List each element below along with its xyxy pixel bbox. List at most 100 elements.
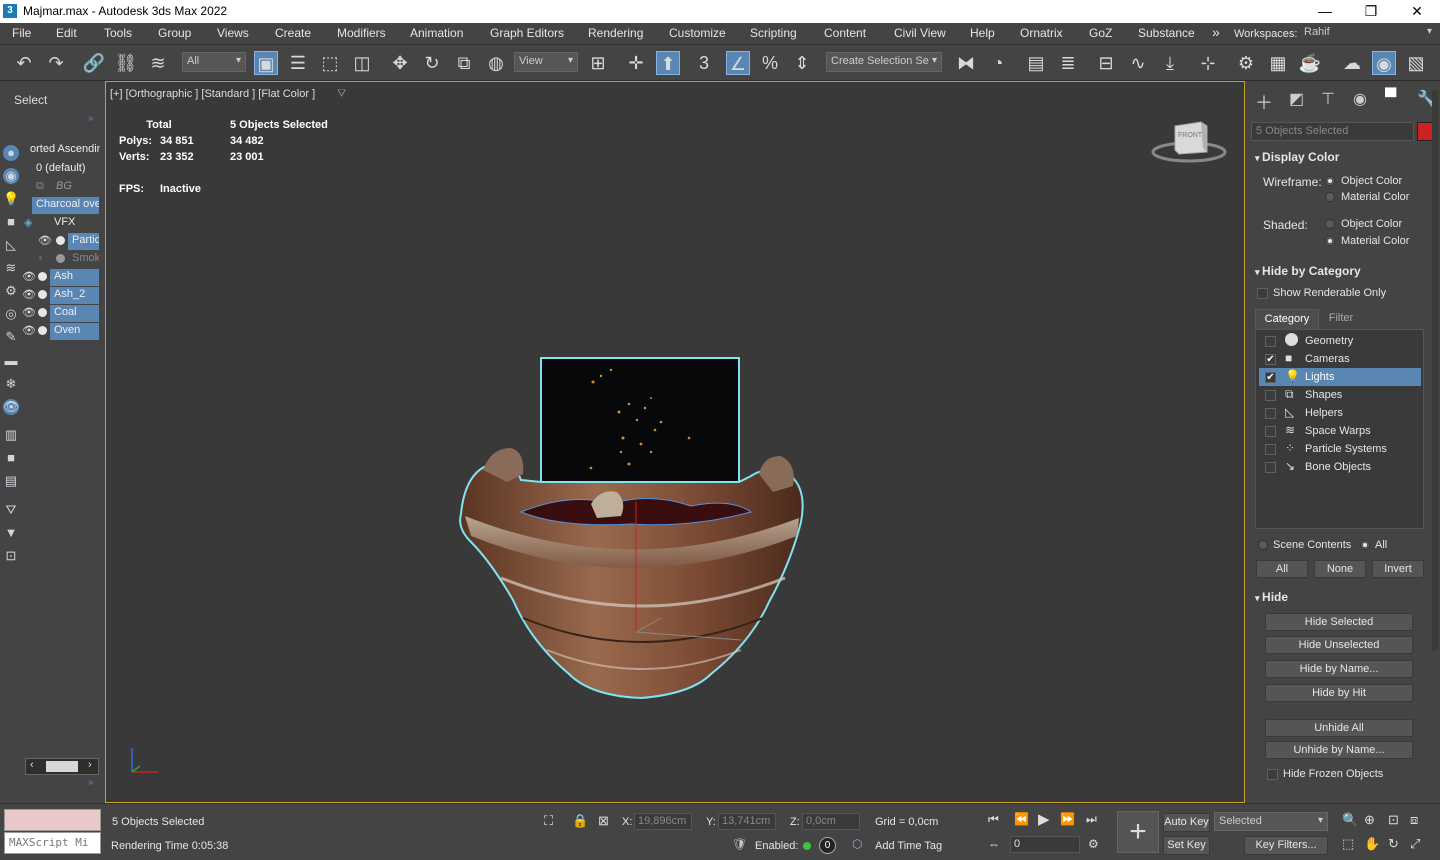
category-row-helpers[interactable]: ◺ Helpers — [1259, 404, 1421, 422]
add-time-tag-button[interactable]: Add Time Tag — [875, 840, 942, 852]
menu-civil-view[interactable]: Civil View — [894, 26, 946, 40]
tab-filter[interactable]: Filter — [1321, 309, 1361, 329]
set-keys-icon[interactable]: + — [1117, 811, 1159, 853]
material-editor-icon[interactable]: ⊹ — [1196, 51, 1220, 75]
bone-objects-checkbox[interactable] — [1265, 462, 1276, 473]
a360-gallery-icon[interactable]: ◉ — [1372, 51, 1396, 75]
mirror-icon[interactable]: ⧓ — [954, 51, 978, 75]
select-manipulate-icon[interactable]: ✛ — [624, 51, 648, 75]
move-icon[interactable]: ✥ — [388, 51, 412, 75]
menu-substance[interactable]: Substance — [1138, 26, 1195, 40]
menu-file[interactable]: File — [12, 26, 31, 40]
close-icon[interactable]: ✕ — [1394, 0, 1440, 23]
scroll-left-icon[interactable]: ‹ — [30, 759, 34, 771]
scene-item-layer-default[interactable]: 0 (default) — [32, 161, 90, 178]
isolate-selection-icon[interactable]: ⛶ — [544, 813, 553, 829]
placement-icon[interactable]: ◍ — [484, 51, 508, 75]
collapse-arrow-icon[interactable]: » — [88, 113, 94, 124]
select-none-button[interactable]: None — [1314, 560, 1366, 578]
lights-checkbox[interactable]: ✔ — [1265, 372, 1276, 383]
display-frozen-icon[interactable]: ▥ — [3, 427, 19, 443]
time-configuration-icon[interactable]: ⚙ — [1088, 837, 1099, 851]
menu-content[interactable]: Content — [824, 26, 866, 40]
space-warps-checkbox[interactable] — [1265, 426, 1276, 437]
viewport-filter-icon[interactable]: ⛛ — [337, 88, 346, 101]
scene-item-ash-2[interactable]: Ash_2 — [50, 287, 99, 304]
render-setup-icon[interactable]: ⚙ — [1234, 51, 1258, 75]
scene-item-charcoal-oven[interactable]: Charcoal ove — [32, 197, 99, 214]
display-groups-icon[interactable]: ❄ — [3, 376, 19, 392]
zoom-all-icon[interactable]: ⊕ — [1364, 812, 1375, 828]
menu-rendering[interactable]: Rendering — [588, 26, 643, 40]
toggle-layer-explorer-icon[interactable]: ≣ — [1056, 51, 1080, 75]
display-children-icon[interactable]: ▤ — [3, 473, 19, 489]
unhide-all-button[interactable]: Unhide All — [1265, 719, 1413, 737]
menu-create[interactable]: Create — [275, 26, 311, 40]
hide-unselected-button[interactable]: Hide Unselected — [1265, 636, 1413, 654]
previous-frame-icon[interactable]: ⏪ — [1014, 812, 1029, 826]
current-frame-field[interactable]: 0 — [1010, 836, 1080, 853]
display-tab-icon[interactable]: ▀ — [1385, 89, 1396, 107]
display-helpers-icon[interactable]: ◺ — [3, 237, 19, 253]
hidden-eye-icon[interactable]: ◐ — [38, 252, 45, 264]
snaps-toggle-icon[interactable]: 3 — [692, 51, 716, 75]
environment-icon[interactable]: ▧ — [1404, 51, 1428, 75]
goto-start-icon[interactable]: ⏮ — [988, 812, 999, 827]
display-containers-icon[interactable]: ✎ — [3, 329, 19, 345]
zoom-extents-all-icon[interactable]: ⧈ — [1410, 812, 1418, 828]
shapes-checkbox[interactable] — [1265, 390, 1276, 401]
menu-graph-editors[interactable]: Graph Editors — [490, 26, 564, 40]
shaded-material-color-radio[interactable] — [1325, 236, 1335, 246]
display-layers-icon[interactable]: ■ — [3, 450, 19, 466]
viewcube-icon[interactable] — [1151, 118, 1227, 168]
display-spacewarps-icon[interactable]: ≋ — [3, 260, 19, 276]
bind-spacewarp-icon[interactable]: ≋ — [146, 51, 170, 75]
goto-end-icon[interactable]: ⏭ — [1086, 812, 1097, 827]
unhide-by-name-button[interactable]: Unhide by Name... — [1265, 741, 1413, 759]
scene-item-smoke[interactable]: Smoke — [68, 251, 99, 268]
menu-animation[interactable]: Animation — [410, 26, 463, 40]
render-production-icon[interactable]: ☕ — [1298, 51, 1322, 75]
scene-item-particles[interactable]: Partic — [68, 233, 99, 250]
geometry-checkbox[interactable] — [1265, 336, 1276, 347]
modify-tab-icon[interactable]: ◩ — [1289, 89, 1304, 109]
filter-icon[interactable]: ▼ — [3, 525, 19, 541]
display-lights-icon[interactable]: 💡 — [3, 191, 19, 207]
shaded-object-color-radio[interactable] — [1325, 219, 1335, 229]
key-mode-toggle-icon[interactable]: ⇔ — [988, 837, 1000, 851]
hide-selected-button[interactable]: Hide Selected — [1265, 613, 1413, 631]
visibility-eye-icon[interactable]: 👁 — [22, 324, 36, 337]
scene-item-oven[interactable]: Oven — [50, 323, 99, 340]
menu-group[interactable]: Group — [158, 26, 191, 40]
redo-icon[interactable]: ↷ — [44, 51, 68, 75]
maxscript-listener-output[interactable] — [4, 809, 101, 831]
selection-filter-dropdown[interactable]: All — [182, 52, 246, 72]
maxscript-mini-listener-input[interactable]: MAXScript Mi — [4, 832, 101, 854]
helpers-checkbox[interactable] — [1265, 408, 1276, 419]
key-filters-button[interactable]: Key Filters... — [1244, 836, 1328, 855]
select-all-button[interactable]: All — [1256, 560, 1308, 578]
scrollbar-thumb[interactable] — [46, 761, 78, 772]
zero-badge-icon[interactable]: 0 — [819, 837, 836, 854]
x-coordinate-field[interactable]: 19,896cm — [634, 813, 692, 830]
align-icon[interactable]: ◔ — [986, 51, 1010, 75]
create-tab-icon[interactable]: ＋ — [1255, 89, 1273, 115]
category-row-particle-systems[interactable]: ⁘ Particle Systems — [1259, 440, 1421, 458]
cameras-checkbox[interactable]: ✔ — [1265, 354, 1276, 365]
menu-help[interactable]: Help — [970, 26, 995, 40]
scene-item-ash[interactable]: Ash — [50, 269, 99, 286]
visibility-eye-icon[interactable]: 👁 — [22, 306, 36, 319]
y-coordinate-field[interactable]: 13,741cm — [718, 813, 776, 830]
workspace-dropdown[interactable]: Rahif — [1300, 24, 1436, 44]
display-visible-icon[interactable]: 👁 — [3, 399, 20, 415]
bowl-mesh[interactable] — [459, 460, 804, 700]
link-icon[interactable]: 🔗 — [82, 51, 106, 75]
visibility-eye-icon[interactable]: 👁 — [38, 234, 52, 247]
display-particles-icon[interactable]: ◎ — [3, 306, 19, 322]
z-coordinate-field[interactable]: 0,0cm — [802, 813, 860, 830]
scene-item-vfx[interactable]: VFX — [50, 215, 79, 232]
filter-clear-icon[interactable]: ⛛ — [3, 502, 19, 518]
display-cameras-icon[interactable]: ■ — [3, 214, 19, 230]
zoom-icon[interactable]: 🔍 — [1342, 812, 1358, 828]
show-renderable-only-checkbox[interactable] — [1257, 288, 1268, 299]
